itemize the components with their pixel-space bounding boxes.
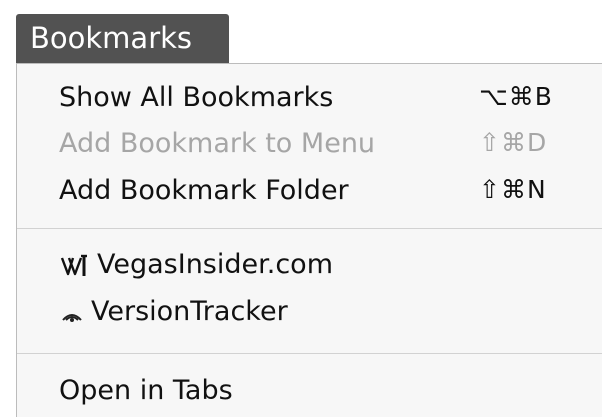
menu-item-show-all-bookmarks[interactable]: Show All Bookmarks ⌥⌘B (17, 74, 602, 122)
menu-item-label: Show All Bookmarks (59, 82, 334, 113)
menu-item-add-bookmark-folder[interactable]: Add Bookmark Folder ⇧⌘N (17, 167, 602, 215)
menu-bar: Bookmarks (0, 0, 602, 64)
menu-item-label: Add Bookmark to Menu (59, 128, 376, 159)
menu-item-open-in-tabs[interactable]: Open in Tabs (17, 367, 602, 415)
menu-item-label: Add Bookmark Folder (59, 175, 349, 206)
bookmark-item-versiontracker[interactable]: VersionTracker (17, 288, 602, 336)
bookmark-label-row: VegasInsider.com (59, 249, 333, 280)
bookmarks-menu-title[interactable]: Bookmarks (16, 14, 229, 63)
bookmarks-menu-dropdown: Show All Bookmarks ⌥⌘B Add Bookmark to M… (16, 63, 602, 417)
versiontracker-favicon-icon (62, 313, 82, 322)
bookmark-item-vegasinsider[interactable]: VegasInsider.com (17, 241, 602, 289)
menu-separator (17, 353, 602, 354)
keyboard-shortcut: ⌥⌘B (479, 82, 553, 111)
menu-item-label: Open in Tabs (59, 375, 233, 406)
vegasinsider-favicon-icon (60, 254, 87, 276)
keyboard-shortcut: ⇧⌘N (479, 175, 547, 204)
bookmark-label: VegasInsider.com (97, 249, 333, 280)
bookmark-label-row: VersionTracker (59, 296, 288, 327)
menu-item-add-bookmark-to-menu: Add Bookmark to Menu ⇧⌘D (17, 120, 602, 168)
menu-separator (17, 228, 602, 229)
keyboard-shortcut: ⇧⌘D (479, 128, 548, 157)
bookmark-label: VersionTracker (91, 296, 288, 327)
